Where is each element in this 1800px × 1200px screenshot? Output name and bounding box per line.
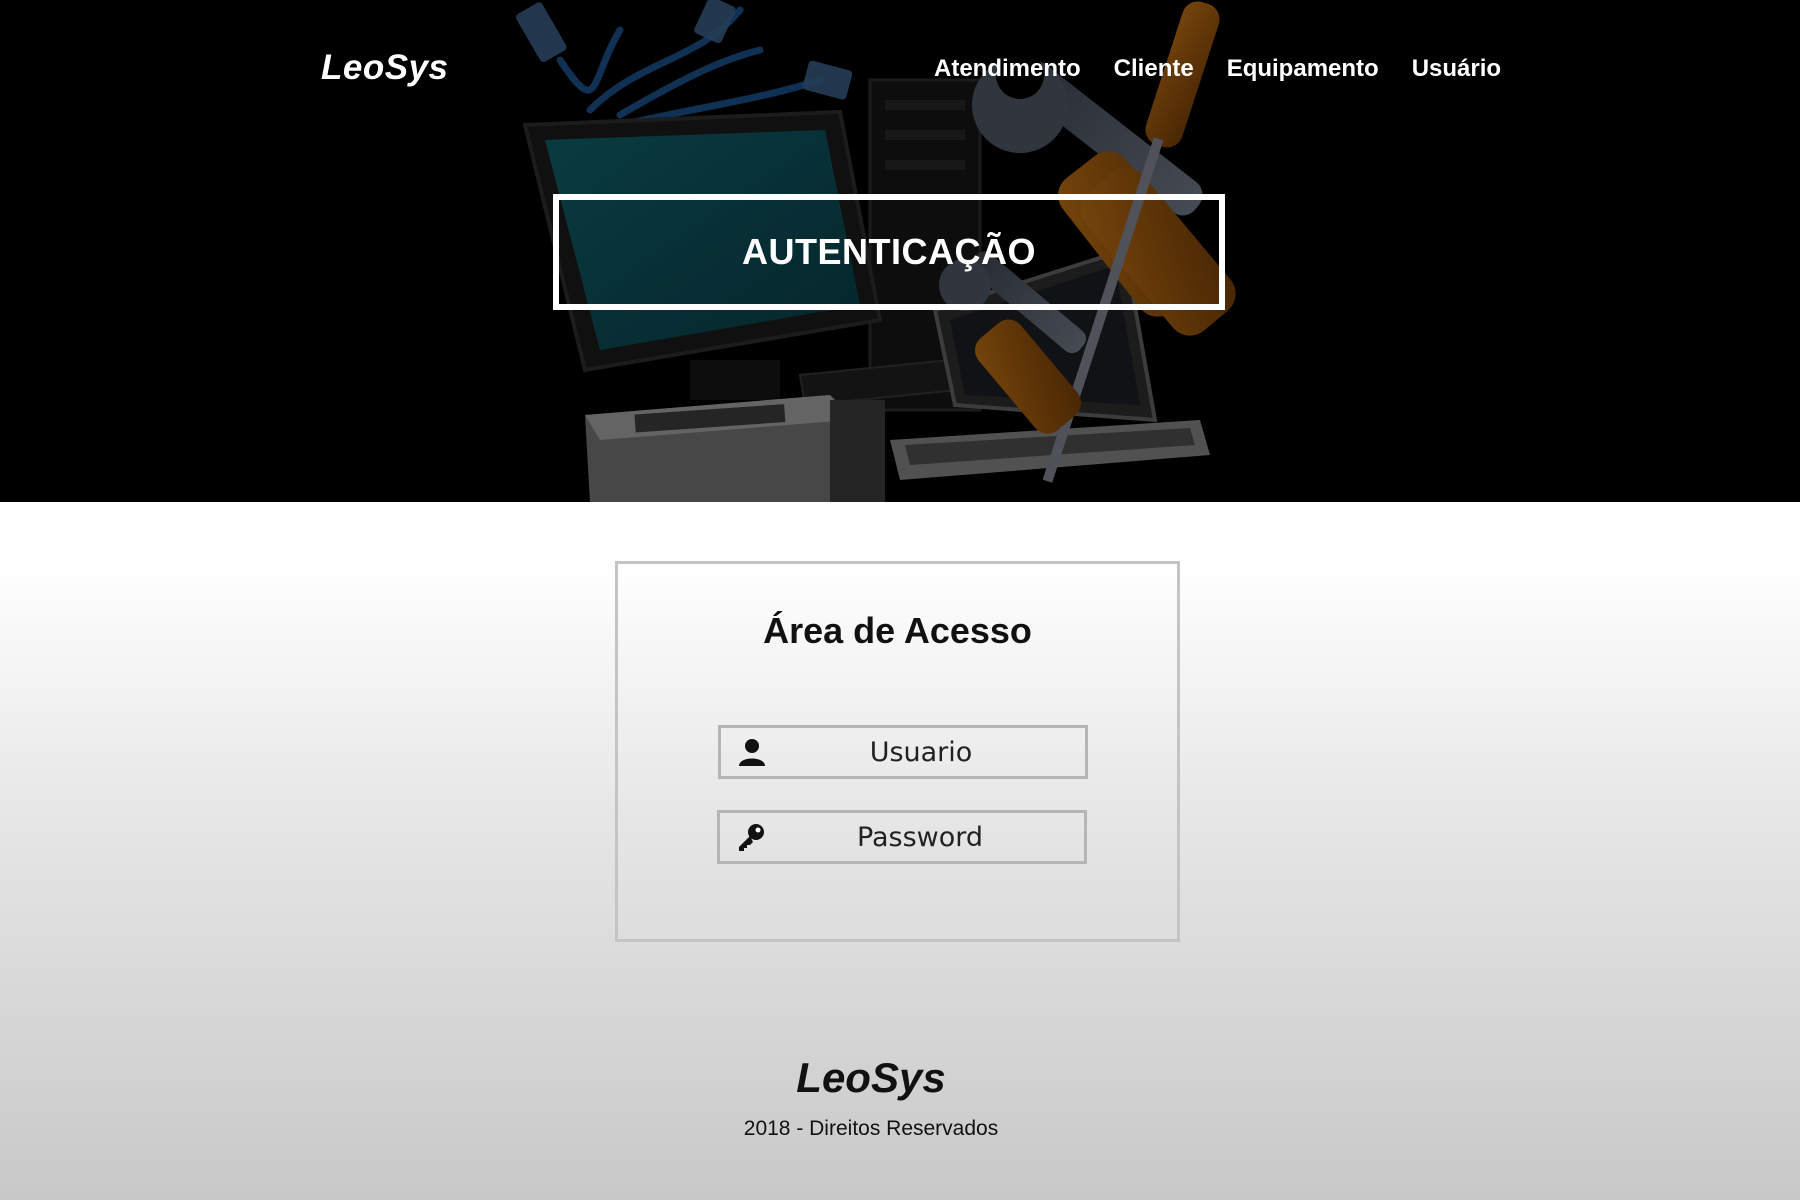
footer-copyright: 2018 - Direitos Reservados xyxy=(743,1117,999,1140)
login-panel-title: Área de Acesso xyxy=(763,610,1032,651)
nav-item-cliente[interactable]: Cliente xyxy=(1114,55,1194,83)
password-field[interactable] xyxy=(717,810,1087,864)
footer-brand: LeoSys xyxy=(796,1054,946,1101)
username-field[interactable] xyxy=(718,725,1088,779)
user-icon xyxy=(739,739,765,766)
nav-item-equipamento[interactable]: Equipamento xyxy=(1227,55,1379,83)
nav-item-atendimento[interactable]: Atendimento xyxy=(934,55,1081,83)
username-input[interactable] xyxy=(771,736,1071,768)
page-title: AUTENTICAÇÃO xyxy=(742,231,1036,272)
auth-title-box: AUTENTICAÇÃO xyxy=(553,194,1225,310)
hero-banner: LeoSys Atendimento Cliente Equipamento U… xyxy=(0,0,1800,502)
nav-item-usuario[interactable]: Usuário xyxy=(1412,55,1501,83)
brand-logo[interactable]: LeoSys xyxy=(321,48,449,88)
key-icon xyxy=(739,824,764,851)
main-nav: Atendimento Cliente Equipamento Usuário xyxy=(934,55,1501,83)
login-panel: Área de Acesso xyxy=(615,561,1180,942)
password-input[interactable] xyxy=(770,821,1070,853)
